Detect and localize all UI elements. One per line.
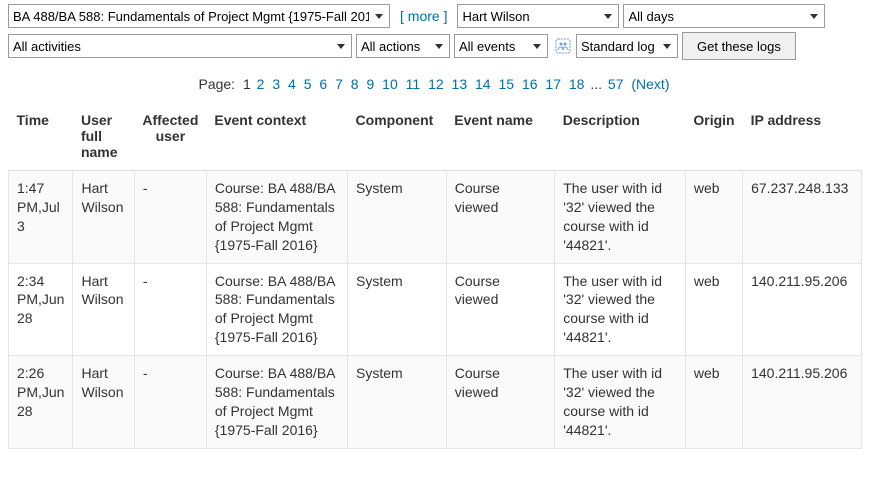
- groups-icon[interactable]: [554, 37, 572, 55]
- pagination-page[interactable]: 18: [569, 76, 585, 92]
- cell-affected: -: [134, 356, 206, 449]
- th-time: Time: [9, 102, 73, 171]
- cell-origin: web: [685, 356, 742, 449]
- pagination-page[interactable]: 8: [351, 76, 359, 92]
- cell-context: Course: BA 488/BA 588: Fundamentals of P…: [206, 263, 347, 356]
- cell-affected: -: [134, 171, 206, 264]
- pagination-last[interactable]: 57: [608, 76, 624, 92]
- pagination-page[interactable]: 3: [272, 76, 280, 92]
- cell-event_name: Course viewed: [446, 171, 554, 264]
- cell-ip: 140.211.95.206: [743, 356, 862, 449]
- user-select[interactable]: Hart Wilson: [458, 5, 618, 27]
- pagination-page[interactable]: 6: [319, 76, 327, 92]
- cell-user: Hart Wilson: [73, 171, 134, 264]
- pagination-page[interactable]: 14: [475, 76, 491, 92]
- th-origin: Origin: [685, 102, 742, 171]
- pagination: Page: 1 2 3 4 5 6 7 8 9 10 11 12 13 14 1…: [8, 76, 862, 92]
- th-user: User full name: [73, 102, 134, 171]
- cell-description: The user with id '32' viewed the course …: [555, 356, 686, 449]
- pagination-page[interactable]: 7: [335, 76, 343, 92]
- pagination-page[interactable]: 12: [428, 76, 444, 92]
- cell-time: 2:34 PM,Jun 28: [9, 263, 73, 356]
- course-select-wrap: BA 488/BA 588: Fundamentals of Project M…: [8, 4, 390, 28]
- cell-event_name: Course viewed: [446, 263, 554, 356]
- table-row: 1:47 PM,Jul 3Hart Wilson-Course: BA 488/…: [9, 171, 862, 264]
- events-select-wrap: All events: [454, 34, 548, 58]
- pagination-page[interactable]: 10: [382, 76, 398, 92]
- logs-table: Time User full name Affected user Event …: [8, 102, 862, 449]
- pagination-page[interactable]: 17: [545, 76, 561, 92]
- pagination-page[interactable]: 2: [257, 76, 265, 92]
- cell-origin: web: [685, 171, 742, 264]
- cell-time: 1:47 PM,Jul 3: [9, 171, 73, 264]
- pagination-page[interactable]: 11: [406, 76, 421, 92]
- cell-description: The user with id '32' viewed the course …: [555, 171, 686, 264]
- pagination-page[interactable]: 4: [288, 76, 296, 92]
- cell-user: Hart Wilson: [73, 356, 134, 449]
- pagination-pages: 1 2 3 4 5 6 7 8 9 10 11 12 13 14 15 16 1…: [243, 76, 590, 92]
- get-logs-button[interactable]: Get these logs: [682, 32, 796, 60]
- logtype-select-wrap: Standard log: [576, 34, 678, 58]
- activities-select-wrap: All activities: [8, 34, 352, 58]
- cell-context: Course: BA 488/BA 588: Fundamentals of P…: [206, 356, 347, 449]
- days-select[interactable]: All days: [624, 5, 824, 27]
- more-link[interactable]: [ more ]: [400, 8, 447, 24]
- filter-row-1: BA 488/BA 588: Fundamentals of Project M…: [8, 4, 862, 28]
- pagination-page[interactable]: 15: [498, 76, 514, 92]
- user-select-wrap: Hart Wilson: [457, 4, 619, 28]
- cell-component: System: [348, 171, 447, 264]
- cell-component: System: [348, 356, 447, 449]
- cell-event_name: Course viewed: [446, 356, 554, 449]
- actions-select[interactable]: All actions: [357, 35, 449, 57]
- pagination-page[interactable]: 13: [452, 76, 468, 92]
- events-select[interactable]: All events: [455, 35, 547, 57]
- pagination-label: Page:: [198, 76, 235, 92]
- cell-description: The user with id '32' viewed the course …: [555, 263, 686, 356]
- cell-ip: 67.237.248.133: [743, 171, 862, 264]
- cell-context: Course: BA 488/BA 588: Fundamentals of P…: [206, 171, 347, 264]
- pagination-page[interactable]: 5: [304, 76, 312, 92]
- pagination-next[interactable]: (Next): [631, 76, 669, 92]
- th-context: Event context: [206, 102, 347, 171]
- cell-origin: web: [685, 263, 742, 356]
- cell-component: System: [348, 263, 447, 356]
- cell-ip: 140.211.95.206: [743, 263, 862, 356]
- table-header-row: Time User full name Affected user Event …: [9, 102, 862, 171]
- actions-select-wrap: All actions: [356, 34, 450, 58]
- pagination-ellipsis: ...: [590, 76, 602, 92]
- pagination-page[interactable]: 16: [522, 76, 538, 92]
- th-ip: IP address: [743, 102, 862, 171]
- cell-time: 2:26 PM,Jun 28: [9, 356, 73, 449]
- th-affected: Affected user: [134, 102, 206, 171]
- filter-row-2: All activities All actions All events St…: [8, 32, 862, 60]
- cell-user: Hart Wilson: [73, 263, 134, 356]
- pagination-page[interactable]: 9: [366, 76, 374, 92]
- table-row: 2:34 PM,Jun 28Hart Wilson-Course: BA 488…: [9, 263, 862, 356]
- logtype-select[interactable]: Standard log: [577, 35, 677, 57]
- cell-affected: -: [134, 263, 206, 356]
- th-description: Description: [555, 102, 686, 171]
- table-row: 2:26 PM,Jun 28Hart Wilson-Course: BA 488…: [9, 356, 862, 449]
- days-select-wrap: All days: [623, 4, 825, 28]
- th-event-name: Event name: [446, 102, 554, 171]
- pagination-current: 1: [243, 76, 251, 92]
- th-component: Component: [348, 102, 447, 171]
- activities-select[interactable]: All activities: [9, 35, 351, 57]
- course-select[interactable]: BA 488/BA 588: Fundamentals of Project M…: [9, 5, 389, 27]
